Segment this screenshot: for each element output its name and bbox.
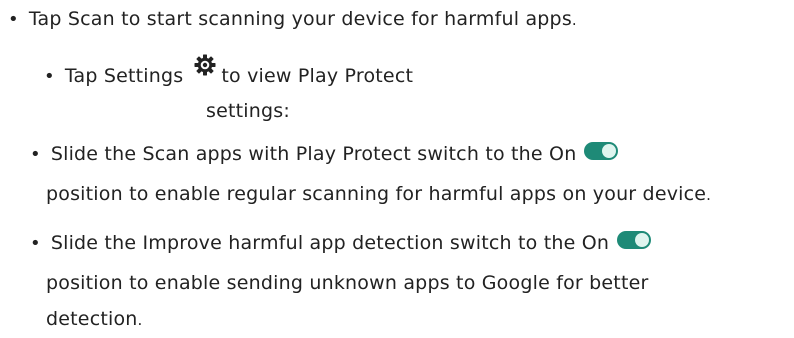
list-item-scan: • Tap Scan to start scanning your device … <box>8 6 577 33</box>
settings-instruction-text: Tap Settings <box>64 65 184 87</box>
toggle-switch-on-icon <box>584 141 619 160</box>
improve-detection-continuation-text: position to enable sending unknown apps … <box>46 272 649 294</box>
improve-detection-text: Slide the Improve harmful app detection … <box>50 232 610 254</box>
gear-icon <box>193 53 217 77</box>
bullet: • <box>30 144 41 165</box>
document-page: { "items": [ {"bullet": "•", "text": "Ta… <box>0 0 794 338</box>
scan-apps-switch-text: Slide the Scan apps with Play Protect sw… <box>50 143 577 165</box>
scan-apps-continuation-text: position to enable regular scanning for … <box>46 183 707 205</box>
bullet: • <box>30 233 41 254</box>
list-item-settings-continuation: settings: <box>206 98 290 124</box>
bullet: • <box>44 66 55 87</box>
period: . <box>137 311 143 329</box>
period: . <box>706 186 712 204</box>
list-item-settings: • Tap Settings to view Play Protect <box>44 54 414 90</box>
toggle-knob <box>635 232 650 247</box>
list-item-scan-apps-switch: • Slide the Scan apps with Play Protect s… <box>30 141 619 168</box>
period: . <box>571 11 577 29</box>
list-item-improve-detection-switch: • Slide the Improve harmful app detection… <box>30 230 652 257</box>
list-item-scan-apps-continuation: position to enable regular scanning for … <box>46 181 711 208</box>
scan-instruction-text: Tap Scan to start scanning your device f… <box>28 8 572 30</box>
toggle-knob <box>602 143 617 158</box>
improve-detection-continuation-text-2: detection <box>46 308 138 330</box>
bullet: • <box>8 9 19 30</box>
settings-instruction-text-continued: to view Play Protect <box>221 65 414 87</box>
toggle-switch-on-icon <box>617 230 652 249</box>
list-item-improve-detection-continuation-2: detection. <box>46 306 143 333</box>
list-item-improve-detection-continuation: position to enable sending unknown apps … <box>46 270 649 296</box>
settings-continuation-text: settings: <box>206 100 290 122</box>
